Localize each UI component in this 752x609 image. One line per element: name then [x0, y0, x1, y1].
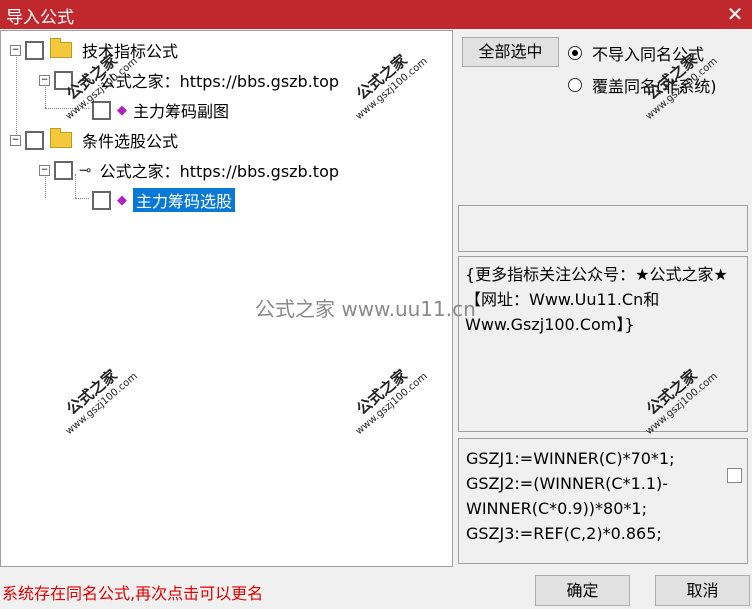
tree-node-formula[interactable]: ◆ 主力筹码副图 [92, 97, 229, 123]
node-checkbox[interactable] [92, 100, 111, 120]
tree-connector [75, 198, 89, 199]
collapse-icon[interactable]: − [10, 134, 21, 146]
formula-label: 主力筹码副图 [133, 102, 230, 121]
tree-node-source[interactable]: − ⊸ 公式之家：https://bbs.gszb.top [39, 157, 339, 183]
tree-node-group[interactable]: − 技术指标公式 [10, 37, 178, 63]
description-text: {更多指标关注公众号：★公式之家★ 【网址：Www.Uu11.Cn和Www.Gs… [465, 265, 728, 334]
code-line: GSZJ2:=(WINNER(C*1.1)- [466, 474, 669, 493]
folder-icon [50, 128, 72, 148]
code-text: GSZJ1:=WINNER(C)*70*1; GSZJ2:=(WINNER(C*… [466, 446, 675, 546]
formula-icon: ◆ [117, 102, 127, 118]
key-icon: ⊸ [79, 161, 92, 179]
tree-node-group[interactable]: − 条件选股公式 [10, 127, 178, 153]
collapse-icon[interactable]: − [39, 164, 50, 176]
close-icon[interactable]: ✕ [718, 0, 752, 29]
title-bar: 导入公式 ✕ [0, 0, 752, 29]
status-message: 系统存在同名公式,再次点击可以更名 [2, 584, 264, 603]
group-label: 条件选股公式 [82, 132, 179, 151]
ok-button[interactable]: 确定 [535, 575, 630, 606]
source-label: 公式之家：https://bbs.gszb.top [99, 162, 340, 181]
formula-label-selected: 主力筹码选股 [133, 188, 236, 212]
code-line: WINNER(C*0.9))*80*1; [466, 499, 647, 518]
collapse-icon[interactable]: − [10, 44, 21, 56]
formula-icon: ◆ [117, 192, 127, 208]
node-checkbox[interactable] [92, 190, 111, 210]
window-title: 导入公式 [6, 8, 74, 28]
watermark-text: 公式之家 www.uu11.cn [255, 297, 476, 321]
node-checkbox[interactable] [25, 40, 44, 60]
folder-icon [50, 38, 72, 58]
cancel-button[interactable]: 取消 [655, 575, 750, 606]
radio-dot-icon [568, 46, 582, 60]
code-line: GSZJ1:=WINNER(C)*70*1; [466, 449, 675, 468]
code-scroll-checkbox[interactable] [727, 468, 742, 483]
node-checkbox[interactable] [54, 160, 73, 180]
collapse-icon[interactable]: − [39, 74, 50, 86]
select-all-button[interactable]: 全部选中 [462, 37, 559, 67]
empty-info-box [458, 205, 748, 252]
node-checkbox[interactable] [25, 130, 44, 150]
code-line: GSZJ3:=REF(C,2)*0.865; [466, 524, 662, 543]
radio-dot-icon [568, 78, 582, 92]
tree-node-formula[interactable]: ◆ 主力筹码选股 [92, 187, 236, 213]
source-label: 公式之家：https://bbs.gszb.top [99, 72, 340, 91]
